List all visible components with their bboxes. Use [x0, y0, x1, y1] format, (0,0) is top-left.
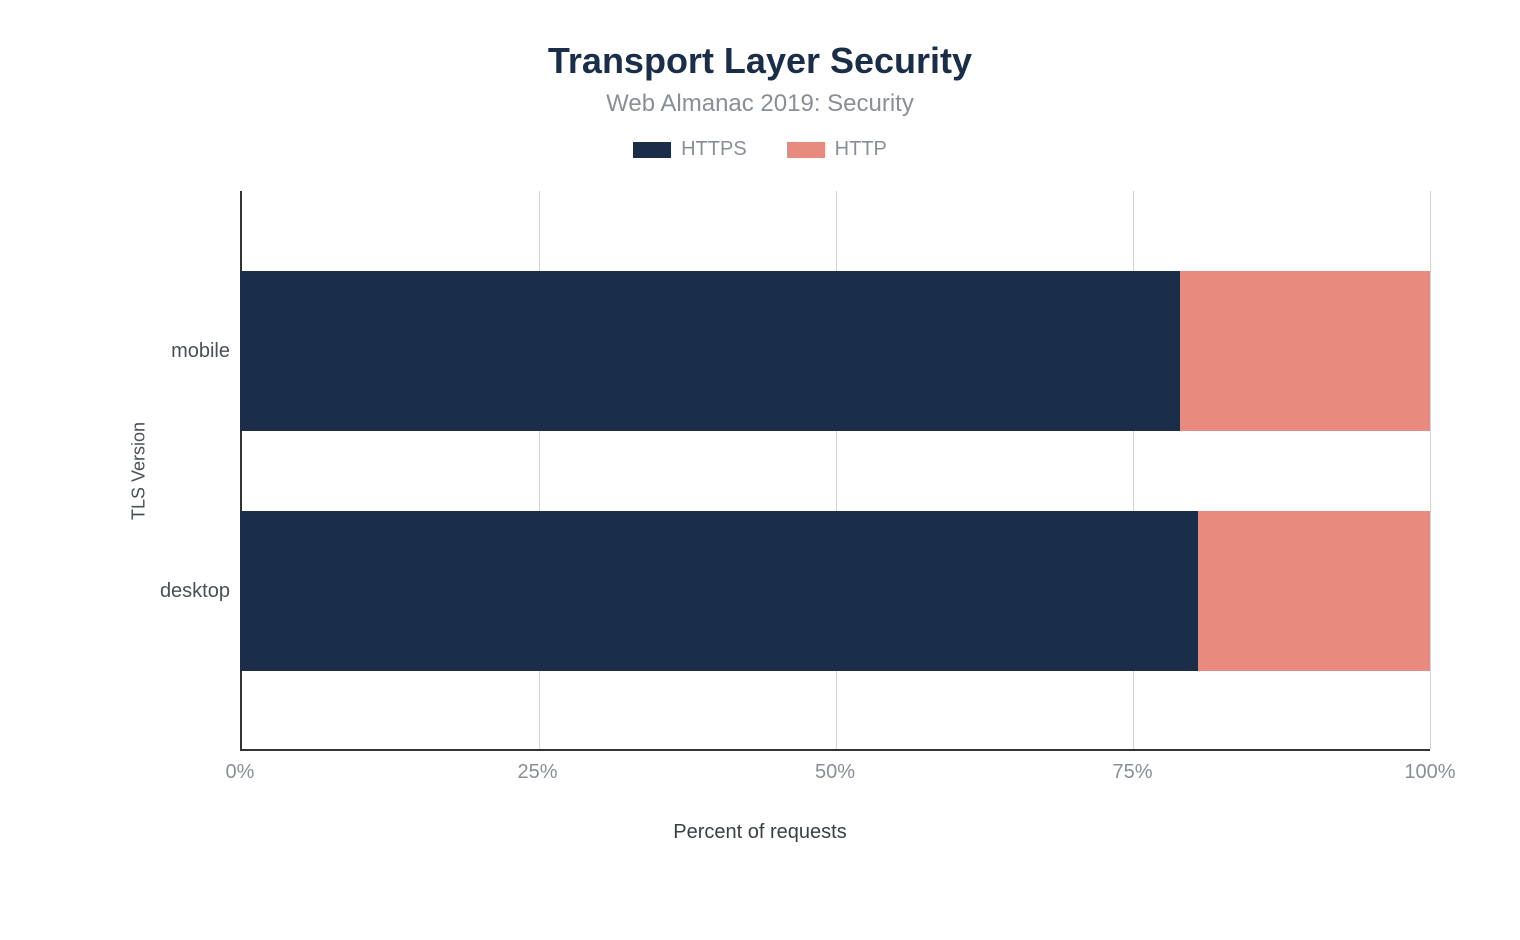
chart-title: Transport Layer Security: [60, 40, 1460, 82]
bar-category-label: mobile: [140, 340, 230, 363]
bar-segment-http: [1180, 271, 1430, 431]
legend-item-http: HTTP: [787, 138, 887, 161]
chart-container: Transport Layer Security Web Almanac 201…: [60, 40, 1460, 900]
plot-area: TLS Version mobile desktop: [240, 191, 1430, 751]
legend-swatch-http: [787, 142, 825, 158]
x-axis-ticks: 0% 25% 50% 75% 100%: [240, 751, 1430, 791]
x-tick: 25%: [517, 761, 557, 784]
legend-label-http: HTTP: [835, 138, 887, 161]
bar-category-label: desktop: [140, 580, 230, 603]
chart-subtitle: Web Almanac 2019: Security: [60, 90, 1460, 118]
bar-stack: [240, 271, 1430, 431]
bar-row-desktop: desktop: [240, 511, 1430, 671]
legend-item-https: HTTPS: [633, 138, 747, 161]
bar-segment-http: [1198, 511, 1430, 671]
bars-area: mobile desktop: [240, 191, 1430, 751]
legend-label-https: HTTPS: [681, 138, 747, 161]
bar-segment-https: [240, 511, 1198, 671]
x-tick: 0%: [226, 761, 255, 784]
gridline: [1430, 191, 1431, 749]
bar-stack: [240, 511, 1430, 671]
legend-swatch-https: [633, 142, 671, 158]
x-tick: 100%: [1404, 761, 1455, 784]
x-tick: 75%: [1112, 761, 1152, 784]
y-axis-label: TLS Version: [129, 422, 150, 520]
bar-row-mobile: mobile: [240, 271, 1430, 431]
bar-segment-https: [240, 271, 1180, 431]
chart-legend: HTTPS HTTP: [60, 138, 1460, 161]
x-axis-label: Percent of requests: [60, 821, 1460, 844]
x-tick: 50%: [815, 761, 855, 784]
